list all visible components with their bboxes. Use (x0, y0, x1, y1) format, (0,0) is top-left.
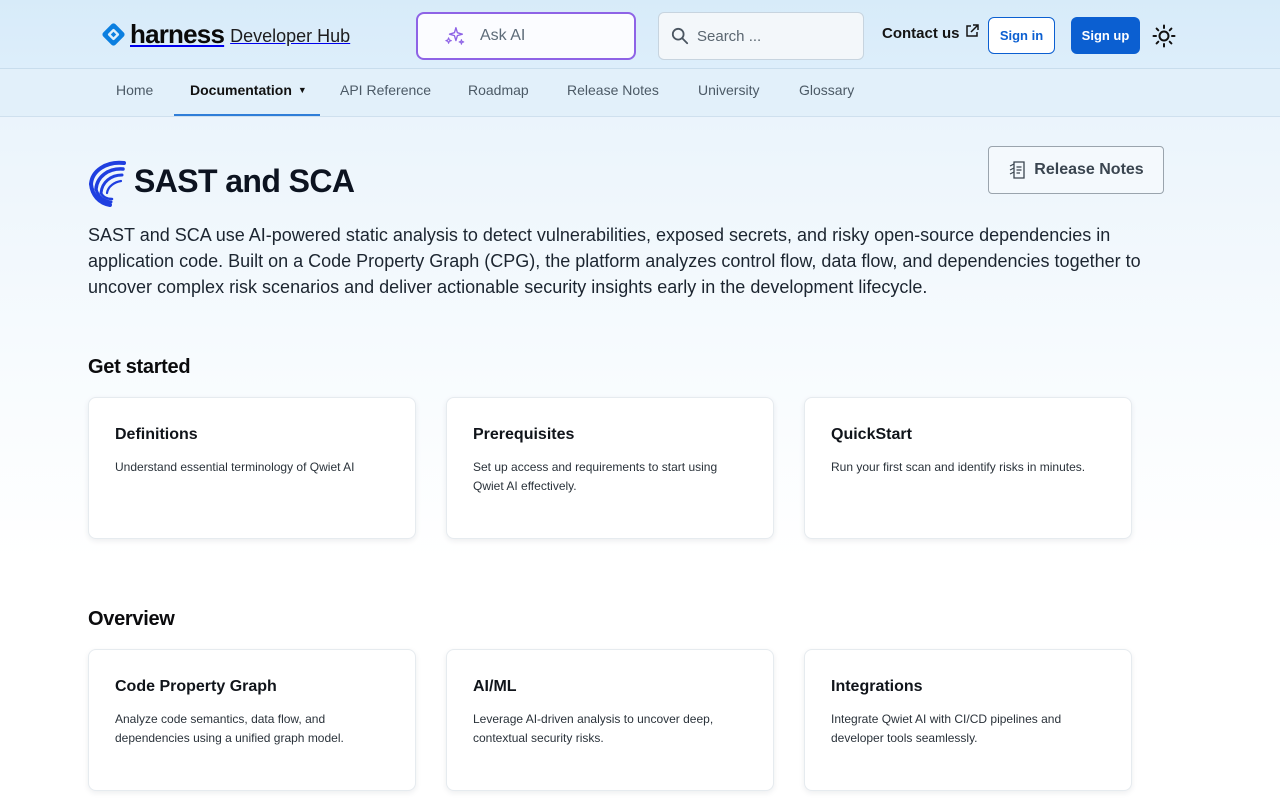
harness-logo-icon (102, 22, 125, 46)
card-prerequisites[interactable]: Prerequisites Set up access and requirem… (446, 397, 774, 539)
card-title: Integrations (831, 678, 923, 695)
nav-label: Home (116, 82, 154, 98)
nav-label: API Reference (340, 82, 432, 98)
nav-item-documentation[interactable]: Documentation ▼ (174, 69, 320, 116)
page-intro: SAST and SCA use AI-powered static analy… (88, 225, 1141, 297)
secondary-nav: Home Documentation ▼ API Reference Roadma… (0, 69, 1280, 117)
contact-us-label: Contact us (882, 25, 960, 42)
section-title-overview: Overview (88, 608, 175, 630)
card-ai-ml[interactable]: AI/ML Leverage AI-driven analysis to unc… (446, 649, 774, 791)
card-description: Run your first scan and identify risks i… (831, 460, 1086, 474)
card-description: Leverage AI-driven analysis to uncover d… (473, 712, 714, 745)
search-box (658, 12, 864, 60)
search-input[interactable] (697, 27, 857, 45)
card-description: Analyze code semantics, data flow, and d… (115, 712, 344, 745)
nav-item-university[interactable]: University (698, 69, 759, 116)
nav-label: Glossary (799, 82, 855, 98)
caret-down-icon: ▼ (297, 85, 307, 95)
ask-ai-button[interactable]: Ask AI (416, 12, 636, 60)
release-notes-label: Release Notes (1034, 161, 1144, 178)
sparkles-icon (445, 27, 465, 45)
search-icon (671, 27, 689, 45)
nav-item-release-notes[interactable]: Release Notes (567, 69, 659, 116)
contact-us-link[interactable]: Contact us (882, 23, 979, 42)
sign-up-button[interactable]: Sign up (1071, 17, 1140, 54)
nav-item-glossary[interactable]: Glossary (799, 69, 854, 116)
nav-item-roadmap[interactable]: Roadmap (468, 69, 529, 116)
release-notes-button[interactable]: Release Notes (988, 146, 1164, 194)
card-definitions[interactable]: Definitions Understand essential termino… (88, 397, 416, 539)
page-title: SAST and SCA (134, 163, 355, 199)
brand-subtitle: Developer Hub (230, 25, 351, 46)
card-code-property-graph[interactable]: Code Property Graph Analyze code semanti… (88, 649, 416, 791)
external-link-icon (965, 23, 979, 37)
nav-label: Documentation (190, 82, 292, 98)
sun-icon[interactable] (1152, 24, 1176, 48)
brand-name: harness (130, 19, 225, 49)
brand-logo-link[interactable]: harness Developer Hub (100, 18, 350, 50)
nav-label: Release Notes (567, 82, 659, 98)
nav-label: University (698, 82, 760, 98)
section-title-get-started: Get started (88, 356, 191, 378)
card-title: Code Property Graph (115, 678, 277, 695)
card-title: AI/ML (473, 678, 517, 695)
nav-label: Roadmap (468, 82, 529, 98)
sast-module-icon (89, 160, 126, 207)
top-bar: harness Developer Hub Ask AI Contact us … (0, 0, 1280, 69)
card-title: Prerequisites (473, 426, 575, 443)
card-integrations[interactable]: Integrations Integrate Qwiet AI with CI/… (804, 649, 1132, 791)
document-notes-icon (1010, 161, 1025, 179)
card-title: Definitions (115, 426, 198, 443)
card-description: Integrate Qwiet AI with CI/CD pipelines … (831, 712, 1062, 745)
sign-in-button[interactable]: Sign in (988, 17, 1055, 54)
nav-item-home[interactable]: Home (116, 69, 153, 116)
ask-ai-label: Ask AI (480, 27, 526, 44)
nav-item-api-reference[interactable]: API Reference (340, 69, 431, 116)
card-description: Understand essential terminology of Qwie… (115, 460, 355, 474)
card-description: Set up access and requirements to start … (473, 460, 718, 493)
card-title: QuickStart (831, 426, 912, 443)
card-quickstart[interactable]: QuickStart Run your first scan and ident… (804, 397, 1132, 539)
